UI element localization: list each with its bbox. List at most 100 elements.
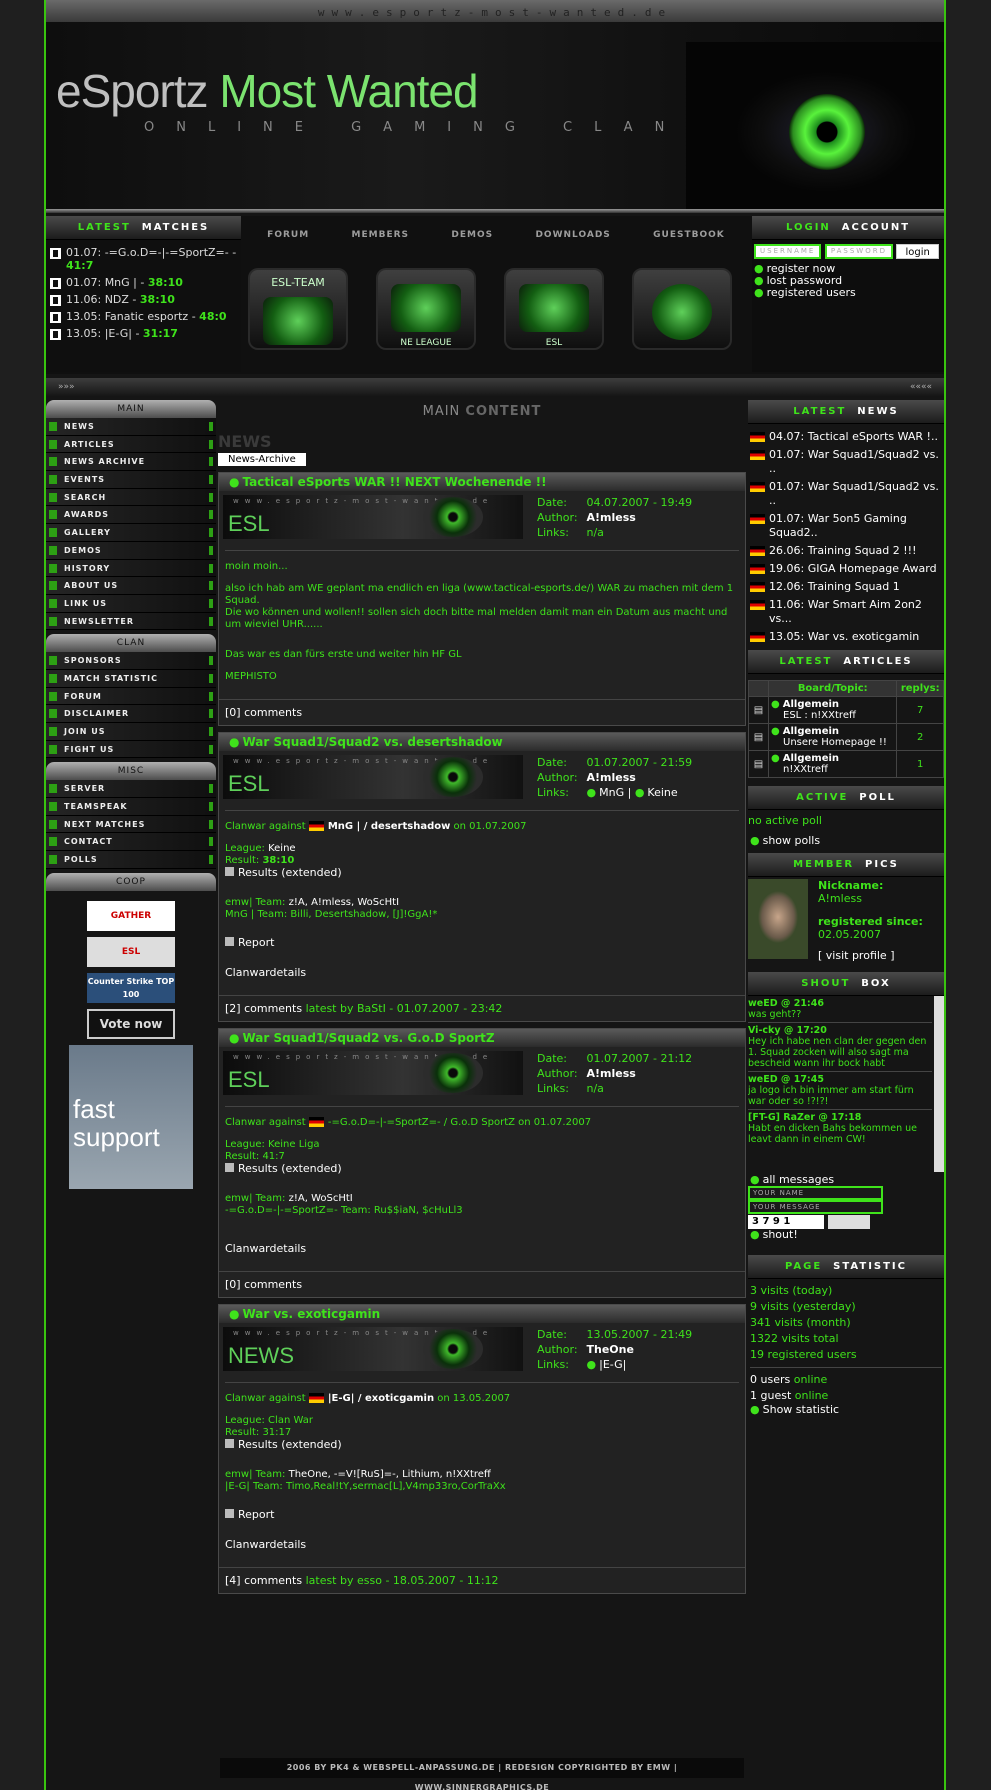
ne-league-button[interactable]: NE LEAGUE [376,268,476,350]
avatar[interactable] [748,879,808,959]
post-link[interactable]: MnG | [599,786,631,799]
fast-support-banner[interactable]: fast support [69,1044,193,1189]
menu-teamspeak[interactable]: TEAMSPEAK [46,798,216,816]
post-author[interactable]: A!mless [587,511,636,524]
match-row[interactable]: 01.07: MnG | - 38:10 [46,274,241,291]
cs-top100-banner[interactable]: Counter Strike TOP 100 [87,972,175,1003]
dragon-button[interactable] [632,268,732,350]
nav-guestbook[interactable]: GUESTBOOK [647,226,731,248]
shoutbox-scrollbar[interactable] [934,996,944,1172]
main-menu-head: MAIN [46,400,216,418]
show-statistic-link[interactable]: ● Show statistic [750,1404,942,1416]
menu-next-matches[interactable]: NEXT MATCHES [46,815,216,834]
news-item[interactable]: 01.07: War 5on5 Gaming Squad2.. [748,510,944,542]
news-item[interactable]: 19.06: GIGA Homepage Award [748,560,944,578]
post-author[interactable]: A!mless [587,1067,636,1080]
password-input[interactable]: PASSWORD [824,244,893,259]
menu-demos[interactable]: DEMOS [46,541,216,560]
esl-banner[interactable]: ESL [87,936,175,967]
menu-contact[interactable]: CONTACT [46,833,216,852]
all-messages-link[interactable]: ● all messages [748,1174,944,1186]
menu-articles[interactable]: ARTICLES [46,435,216,454]
report-link[interactable]: Report [225,937,739,949]
registered-users-link[interactable]: ● registered users [752,287,944,299]
menu-server[interactable]: SERVER [46,780,216,799]
menu-newsletter[interactable]: NEWSLETTER [46,612,216,631]
clanwardetails-link[interactable]: Clanwardetails [225,967,739,979]
post-title[interactable]: ● War Squad1/Squad2 vs. G.o.D SportZ [219,1029,745,1047]
news-item[interactable]: 01.07: War Squad1/Squad2 vs. .. [748,478,944,510]
nav-demos[interactable]: DEMOS [445,226,499,248]
menu-match-statistic[interactable]: MATCH STATISTIC [46,669,216,688]
menu-news[interactable]: NEWS [46,418,216,436]
results-extended-link[interactable]: Results (extended) [225,867,739,879]
post-comments[interactable]: [0] comments [219,699,745,725]
your-message-input[interactable]: YOUR MESSAGE [748,1200,883,1214]
news-item[interactable]: 12.06: Training Squad 1 [748,578,944,596]
table-row[interactable]: ▤ ● Allgemein Unsere Homepage !! 2 [748,723,944,751]
nav-forum[interactable]: FORUM [261,226,315,248]
shout-button[interactable]: ● shout! [748,1229,944,1241]
menu-search[interactable]: SEARCH [46,488,216,507]
show-polls-link[interactable]: ● show polls [748,835,944,847]
username-input[interactable]: USERNAME [754,244,822,259]
nav-downloads[interactable]: DOWNLOADS [529,226,616,248]
menu-news-archive[interactable]: NEWS ARCHIVE [46,453,216,472]
post-title[interactable]: ● War vs. exoticgamin [219,1305,745,1323]
news-item[interactable]: 13.05: War vs. exoticgamin [748,628,944,646]
post-author[interactable]: A!mless [587,771,636,784]
post-comments[interactable]: [2] comments latest by BaStI - 01.07.200… [219,995,745,1021]
menu-sponsors[interactable]: SPONSORS [46,652,216,670]
menu-forum[interactable]: FORUM [46,687,216,706]
match-row[interactable]: 13.05: |E-G| - 31:17 [46,325,241,342]
site-logo[interactable]: eSportz Most Wanted [56,64,479,118]
author-label: Author: [537,771,578,784]
post-title[interactable]: ● Tactical eSports WAR !! NEXT Wochenende… [219,473,745,491]
report-link[interactable]: Report [225,1509,739,1521]
post-comments[interactable]: [0] comments [219,1271,745,1297]
opponent-name[interactable]: -=G.o.D=-|-=SportZ=- / G.o.D SportZ [328,1117,515,1128]
post-link[interactable]: |E-G| [599,1358,626,1371]
menu-gallery[interactable]: GALLERY [46,524,216,542]
table-row[interactable]: ▤ ● Allgemein n!XXtreff 1 [748,750,944,778]
news-item[interactable]: 11.06: War Smart Aim 2on2 vs... [748,596,944,628]
vote-now-banner[interactable]: Vote now [87,1008,175,1039]
your-name-input[interactable]: YOUR NAME [748,1186,883,1200]
captcha-input[interactable] [828,1215,870,1229]
results-extended-link[interactable]: Results (extended) [225,1163,739,1175]
esl-button[interactable]: ESL [504,268,604,350]
match-score: 38:10 [147,276,183,289]
news-item[interactable]: 01.07: War Squad1/Squad2 vs. .. [748,446,944,478]
nav-members[interactable]: MEMBERS [346,226,415,248]
results-extended-link[interactable]: Results (extended) [225,1439,739,1451]
post-title[interactable]: ● War Squad1/Squad2 vs. desertshadow [219,733,745,751]
opponent-name[interactable]: MnG | / desertshadow [328,821,451,832]
menu-join-us[interactable]: JOIN US [46,723,216,741]
match-row[interactable]: 13.05: Fanatic esportz - 48:0 [46,308,241,325]
login-button[interactable]: login [896,244,939,259]
match-row[interactable]: 11.06: NDZ - 38:10 [46,291,241,308]
gather-banner[interactable]: GATHER [87,900,175,931]
menu-disclaimer[interactable]: DISCLAIMER [46,705,216,723]
news-item[interactable]: 04.07: Tactical eSports WAR !.. [748,428,944,446]
menu-polls[interactable]: POLLS [46,851,216,869]
menu-fight-us[interactable]: FIGHT US [46,740,216,759]
menu-events[interactable]: EVENTS [46,471,216,489]
post-comments[interactable]: [4] comments latest by esso - 18.05.2007… [219,1567,745,1593]
clanwardetails-link[interactable]: Clanwardetails [225,1539,739,1551]
table-row[interactable]: ▤ ● Allgemein ESL : n!XXtreff 7 [748,696,944,724]
opponent-name[interactable]: |E-G| / exoticgamin [328,1393,434,1404]
menu-awards[interactable]: AWARDS [46,506,216,525]
clanwardetails-link[interactable]: Clanwardetails [225,1243,739,1255]
comments-count: [2] comments [225,1002,303,1015]
esl-team-button[interactable]: ESL-TEAM [248,268,348,350]
news-item[interactable]: 26.06: Training Squad 2 !!! [748,542,944,560]
post-link[interactable]: Keine [647,786,677,799]
menu-history[interactable]: HISTORY [46,559,216,578]
match-row[interactable]: 01.07: -=G.o.D=-|-=SportZ=- - 41:7 [46,244,241,274]
news-archive-button[interactable]: News-Archive [218,453,306,466]
menu-about-us[interactable]: ABOUT US [46,577,216,595]
post-author[interactable]: TheOne [587,1343,634,1356]
visit-profile-link[interactable]: [ visit profile ] [818,949,923,962]
menu-link-us[interactable]: LINK US [46,594,216,613]
